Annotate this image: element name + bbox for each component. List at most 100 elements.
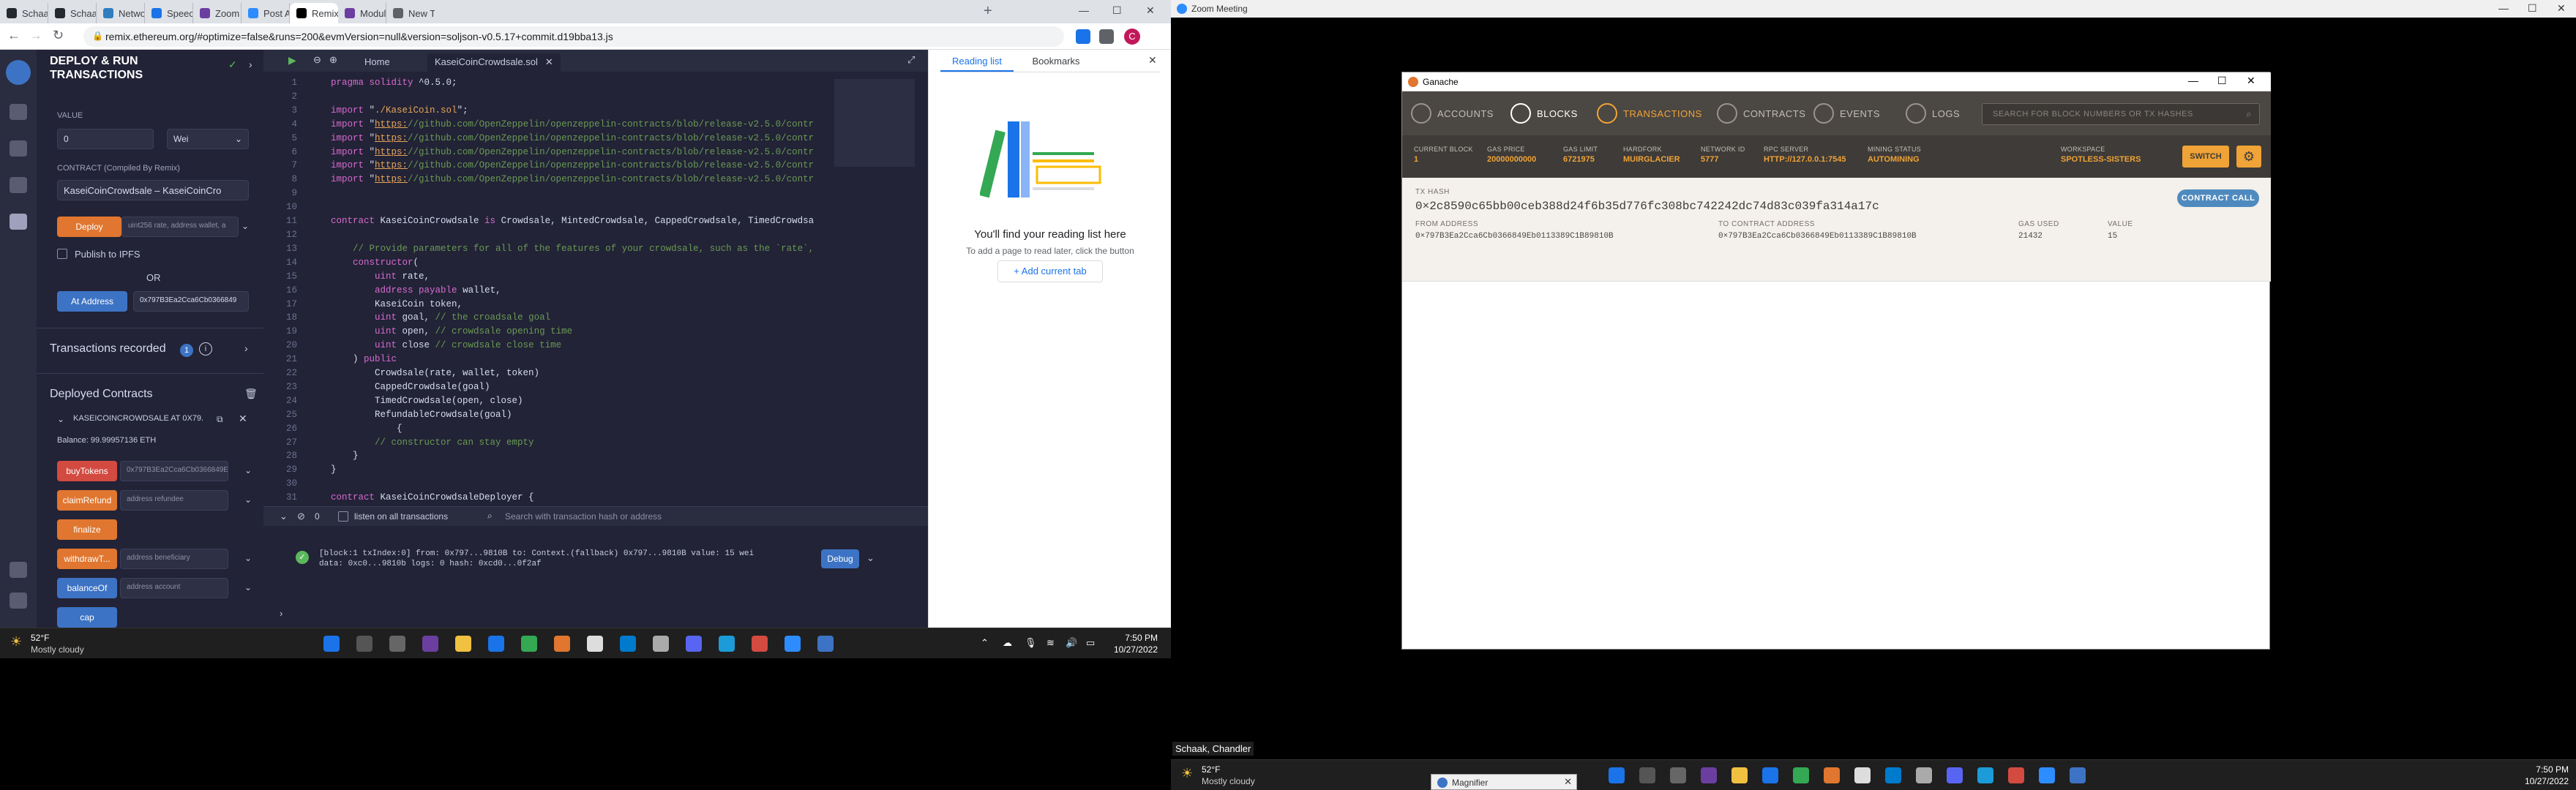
browser-tab[interactable]: Speechify – read: [145, 3, 193, 23]
file-explorer-icon[interactable]: [455, 636, 471, 652]
code-line[interactable]: }: [331, 463, 836, 477]
code-line[interactable]: [331, 228, 836, 242]
withdraw-input[interactable]: address beneficiary: [120, 549, 228, 569]
vscode-icon[interactable]: [1885, 767, 1901, 783]
url-field[interactable]: 🔒 remix.ethereum.org/#optimize=false&runs…: [83, 26, 1064, 47]
settings-gear-button[interactable]: ⚙: [2236, 146, 2261, 168]
github-desktop-icon[interactable]: [653, 636, 669, 652]
chevron-down-icon[interactable]: ⌄: [866, 552, 875, 564]
teams-icon[interactable]: [1701, 767, 1717, 783]
avatar[interactable]: C: [1124, 29, 1140, 45]
code-line[interactable]: import "https://github.com/OpenZeppelin/…: [331, 118, 836, 132]
chevron-down-icon[interactable]: ⌄: [244, 553, 252, 563]
maximize-icon[interactable]: ☐: [1112, 4, 1122, 17]
chevron-right-icon[interactable]: ›: [249, 59, 252, 70]
close-icon[interactable]: ✕: [1148, 54, 1157, 67]
code-line[interactable]: constructor(: [331, 256, 836, 270]
magnifier-icon[interactable]: [2070, 767, 2086, 783]
tab-home[interactable]: Home: [357, 53, 397, 72]
nav-transactions[interactable]: TRANSACTIONS: [1597, 103, 1702, 124]
maximize-icon[interactable]: ☐: [2528, 2, 2537, 15]
nav-blocks[interactable]: BLOCKS: [1510, 103, 1578, 124]
tab-bookmarks[interactable]: Bookmarks: [1019, 50, 1093, 72]
speechify-extension-icon[interactable]: [1076, 29, 1090, 44]
code-line[interactable]: uint open, // crowdsale opening time: [331, 325, 836, 339]
browser-tab[interactable]: NetworkX Refer: [97, 3, 145, 23]
close-icon[interactable]: ✕: [1146, 4, 1155, 17]
info-icon[interactable]: i: [199, 342, 212, 356]
reload-icon[interactable]: ↻: [53, 28, 64, 43]
browser-tab[interactable]: Zoom – Bootca: [193, 3, 242, 23]
task-view-icon[interactable]: [1670, 767, 1686, 783]
back-icon[interactable]: ←: [7, 28, 20, 43]
add-current-tab-button[interactable]: + Add current tab: [997, 260, 1103, 282]
close-icon[interactable]: ✕: [2247, 75, 2255, 87]
minimize-icon[interactable]: —: [2188, 75, 2198, 86]
claimrefund-input[interactable]: address refundee: [120, 490, 228, 511]
code-line[interactable]: {: [331, 422, 836, 436]
nav-contracts[interactable]: CONTRACTS: [1717, 103, 1805, 124]
block-search-input[interactable]: SEARCH FOR BLOCK NUMBERS OR TX HASHES ⌕: [1982, 103, 2260, 125]
cap-button[interactable]: cap: [57, 607, 117, 628]
code-line[interactable]: import "./KaseiCoin.sol";: [331, 104, 836, 118]
copy-icon[interactable]: ⧉: [217, 414, 223, 425]
chevron-down-icon[interactable]: ⌄: [244, 494, 252, 505]
run-icon[interactable]: ▶: [288, 54, 296, 67]
discord-icon[interactable]: [1947, 767, 1963, 783]
chrome-alt-icon[interactable]: [1854, 767, 1871, 783]
battery-icon[interactable]: ▭: [1086, 637, 1095, 649]
code-line[interactable]: import "https://github.com/OpenZeppelin/…: [331, 132, 836, 146]
close-icon[interactable]: ✕: [2557, 2, 2566, 15]
chrome-icon[interactable]: [1793, 767, 1809, 783]
code-line[interactable]: // Provide parameters for all of the fea…: [331, 242, 836, 256]
settings-icon[interactable]: [10, 592, 27, 609]
publish-ipfs-checkbox[interactable]: [57, 249, 67, 259]
contract-select[interactable]: KaseiCoinCrowdsale – KaseiCoinCro: [57, 180, 249, 200]
deploy-button[interactable]: Deploy: [57, 217, 121, 237]
nav-logs[interactable]: LOGS: [1906, 103, 1960, 124]
code-line[interactable]: CappedCrowdsale(goal): [331, 380, 836, 394]
code-line[interactable]: uint rate,: [331, 270, 836, 284]
code-line[interactable]: [331, 477, 836, 491]
close-icon[interactable]: ✕: [239, 413, 247, 425]
zoom-icon[interactable]: [2039, 767, 2055, 783]
chevron-down-icon[interactable]: ⌄: [244, 582, 252, 592]
browser-tab[interactable]: New Tab: [386, 3, 435, 23]
chrome-alt-icon[interactable]: [587, 636, 603, 652]
code-line[interactable]: uint close // crowdsale close time: [331, 339, 836, 353]
code-line[interactable]: Crowdsale(rate, wallet, token): [331, 366, 836, 380]
buytokens-input[interactable]: 0x797B3Ea2Cca6Cb0366849E: [120, 461, 228, 481]
compiler-icon[interactable]: [10, 140, 27, 157]
minimap[interactable]: [834, 79, 915, 167]
balanceof-input[interactable]: address account: [120, 578, 228, 598]
value-input[interactable]: 0: [57, 129, 154, 149]
listen-checkbox[interactable]: [338, 511, 348, 522]
zoom-in-icon[interactable]: ⊕: [329, 54, 337, 66]
chevron-down-icon[interactable]: ⌄: [57, 414, 64, 424]
code-line[interactable]: }: [331, 449, 836, 463]
calculator-icon[interactable]: [1977, 767, 1993, 783]
withdraw-tokens-button[interactable]: withdrawT...: [57, 549, 117, 569]
code-line[interactable]: // constructor can stay empty: [331, 436, 836, 450]
magnifier-window[interactable]: Magnifier ✕: [1431, 774, 1577, 790]
extensions-icon[interactable]: [1099, 29, 1114, 44]
edge-icon[interactable]: [488, 636, 504, 652]
close-icon[interactable]: ✕: [545, 56, 553, 67]
collapse-icon[interactable]: ⌄: [280, 511, 288, 522]
zoom-out-icon[interactable]: ⊖: [313, 54, 321, 66]
code-line[interactable]: KaseiCoin token,: [331, 298, 836, 312]
code-line[interactable]: RefundableCrowdsale(goal): [331, 408, 836, 422]
microphone-icon[interactable]: 🎙: [1025, 637, 1037, 649]
vscode-icon[interactable]: [620, 636, 636, 652]
new-tab-button[interactable]: +: [984, 3, 992, 20]
teams-icon[interactable]: [422, 636, 438, 652]
nav-accounts[interactable]: ACCOUNTS: [1411, 103, 1494, 124]
clock-time[interactable]: 7:50 PM: [1107, 633, 1158, 643]
claimrefund-button[interactable]: claimRefund: [57, 490, 117, 511]
file-explorer-icon[interactable]: [10, 104, 27, 120]
clock-time[interactable]: 7:50 PM: [2510, 764, 2569, 775]
ganache-icon[interactable]: [1824, 767, 1840, 783]
terminal-search-input[interactable]: Search with transaction hash or address: [501, 509, 749, 524]
ganache-icon[interactable]: [554, 636, 570, 652]
edge-icon[interactable]: [1762, 767, 1778, 783]
